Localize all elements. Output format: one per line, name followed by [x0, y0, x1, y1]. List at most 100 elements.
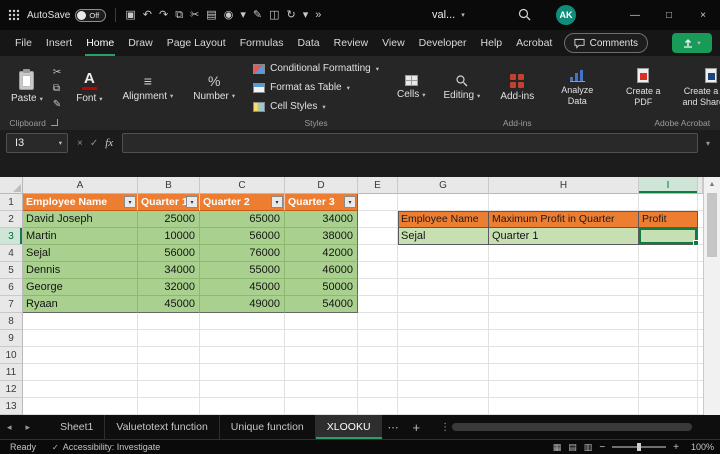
cell-e6[interactable]: [358, 279, 398, 296]
cell-e12[interactable]: [358, 381, 398, 398]
cell-c11[interactable]: [200, 364, 285, 381]
cell-g5[interactable]: [398, 262, 489, 279]
row-header-12[interactable]: 12: [0, 381, 23, 398]
cell-a8[interactable]: [23, 313, 138, 330]
undo-icon[interactable]: ↶: [143, 10, 152, 21]
dropdown-icon[interactable]: ▾: [240, 10, 246, 21]
format-painter-icon[interactable]: ✎: [53, 99, 61, 110]
name-box[interactable]: I3 ▾: [6, 133, 68, 153]
editing-button[interactable]: Editing▾: [438, 72, 485, 103]
avatar[interactable]: AK: [556, 5, 576, 25]
vertical-scrollbar-thumb[interactable]: [707, 193, 717, 257]
create-pdf-share-button[interactable]: Create a PDF and Share link: [673, 66, 720, 109]
comments-button[interactable]: Comments: [564, 33, 648, 53]
expand-formula-bar-icon[interactable]: ▾: [702, 139, 714, 148]
cell-d5[interactable]: 46000: [285, 262, 358, 279]
cell-i1[interactable]: [639, 194, 698, 211]
clipboard-icon[interactable]: ⧉: [175, 10, 183, 21]
menu-tab-acrobat[interactable]: Acrobat: [509, 30, 559, 56]
cell-i6[interactable]: [639, 279, 698, 296]
cell-a9[interactable]: [23, 330, 138, 347]
menu-tab-help[interactable]: Help: [474, 30, 510, 56]
cell-a2[interactable]: David Joseph: [23, 211, 138, 228]
cell-g7[interactable]: [398, 296, 489, 313]
cell-b4[interactable]: 56000: [138, 245, 200, 262]
cell-e1[interactable]: [358, 194, 398, 211]
cell-h12[interactable]: [489, 381, 639, 398]
cell-g1[interactable]: [398, 194, 489, 211]
cell-i10[interactable]: [639, 347, 698, 364]
cell-i13[interactable]: [639, 398, 698, 415]
zoom-slider-thumb[interactable]: [637, 443, 641, 451]
cell-d10[interactable]: [285, 347, 358, 364]
select-all-corner[interactable]: [0, 177, 23, 194]
cell-h10[interactable]: [489, 347, 639, 364]
sheet-tab-xlooku[interactable]: XLOOKU: [315, 415, 382, 439]
row-header-7[interactable]: 7: [0, 296, 23, 313]
vertical-scrollbar[interactable]: ▲: [703, 177, 720, 415]
cell-i3[interactable]: [639, 228, 698, 245]
maximize-button[interactable]: □: [652, 0, 686, 30]
format-as-table-button[interactable]: Format as Table ▾: [250, 78, 382, 97]
cell-i12[interactable]: [639, 381, 698, 398]
sheet-tab-sheet1[interactable]: Sheet1: [49, 415, 104, 439]
chart-icon[interactable]: ▤: [206, 10, 216, 21]
column-header-g[interactable]: G: [398, 177, 489, 194]
cell-h2[interactable]: Maximum Profit in Quarter: [489, 211, 639, 228]
cell-i8[interactable]: [639, 313, 698, 330]
row-header-11[interactable]: 11: [0, 364, 23, 381]
normal-view-icon[interactable]: ▦: [553, 442, 562, 453]
cell-h4[interactable]: [489, 245, 639, 262]
cell-a12[interactable]: [23, 381, 138, 398]
menu-tab-file[interactable]: File: [8, 30, 39, 56]
cell-c4[interactable]: 76000: [200, 245, 285, 262]
copy-icon[interactable]: ⧉: [53, 83, 61, 94]
sheet-nav-left-icon[interactable]: ◂: [0, 422, 19, 433]
document-title[interactable]: val... ▾: [432, 0, 465, 30]
cell-b11[interactable]: [138, 364, 200, 381]
cell-g4[interactable]: [398, 245, 489, 262]
autosave-toggle[interactable]: Off: [75, 9, 106, 22]
cut-icon[interactable]: ✂: [53, 67, 61, 78]
cell-b8[interactable]: [138, 313, 200, 330]
row-header-6[interactable]: 6: [0, 279, 23, 296]
camera-icon[interactable]: ◫: [269, 10, 279, 21]
cell-d1[interactable]: Quarter 3▾: [285, 194, 358, 211]
font-button[interactable]: A Font▾: [71, 69, 107, 107]
row-header-5[interactable]: 5: [0, 262, 23, 279]
cell-d4[interactable]: 42000: [285, 245, 358, 262]
cell-d9[interactable]: [285, 330, 358, 347]
share-button[interactable]: ▾: [672, 33, 712, 53]
cell-g9[interactable]: [398, 330, 489, 347]
cell-e9[interactable]: [358, 330, 398, 347]
cell-e3[interactable]: [358, 228, 398, 245]
cell-g10[interactable]: [398, 347, 489, 364]
cell-e7[interactable]: [358, 296, 398, 313]
cell-e2[interactable]: [358, 211, 398, 228]
cell-b10[interactable]: [138, 347, 200, 364]
cell-c9[interactable]: [200, 330, 285, 347]
cell-a6[interactable]: George: [23, 279, 138, 296]
cell-c8[interactable]: [200, 313, 285, 330]
cell-c6[interactable]: 45000: [200, 279, 285, 296]
cell-d7[interactable]: 54000: [285, 296, 358, 313]
menu-tab-data[interactable]: Data: [290, 30, 326, 56]
save-icon[interactable]: ▣: [125, 10, 135, 21]
cell-a1[interactable]: Employee Name▾: [23, 194, 138, 211]
cell-h6[interactable]: [489, 279, 639, 296]
cell-h11[interactable]: [489, 364, 639, 381]
cell-d6[interactable]: 50000: [285, 279, 358, 296]
autosave-control[interactable]: AutoSave Off: [27, 9, 106, 22]
cell-g6[interactable]: [398, 279, 489, 296]
cell-c3[interactable]: 56000: [200, 228, 285, 245]
column-header-d[interactable]: D: [285, 177, 358, 194]
filter-dropdown-icon[interactable]: ▾: [271, 196, 283, 208]
cell-c5[interactable]: 55000: [200, 262, 285, 279]
insert-function-icon[interactable]: fx: [105, 137, 113, 149]
cell-styles-button[interactable]: Cell Styles ▾: [250, 97, 382, 116]
cell-d11[interactable]: [285, 364, 358, 381]
row-header-2[interactable]: 2: [0, 211, 23, 228]
column-header-i[interactable]: I: [639, 177, 698, 194]
cell-c13[interactable]: [200, 398, 285, 415]
cell-d3[interactable]: 38000: [285, 228, 358, 245]
